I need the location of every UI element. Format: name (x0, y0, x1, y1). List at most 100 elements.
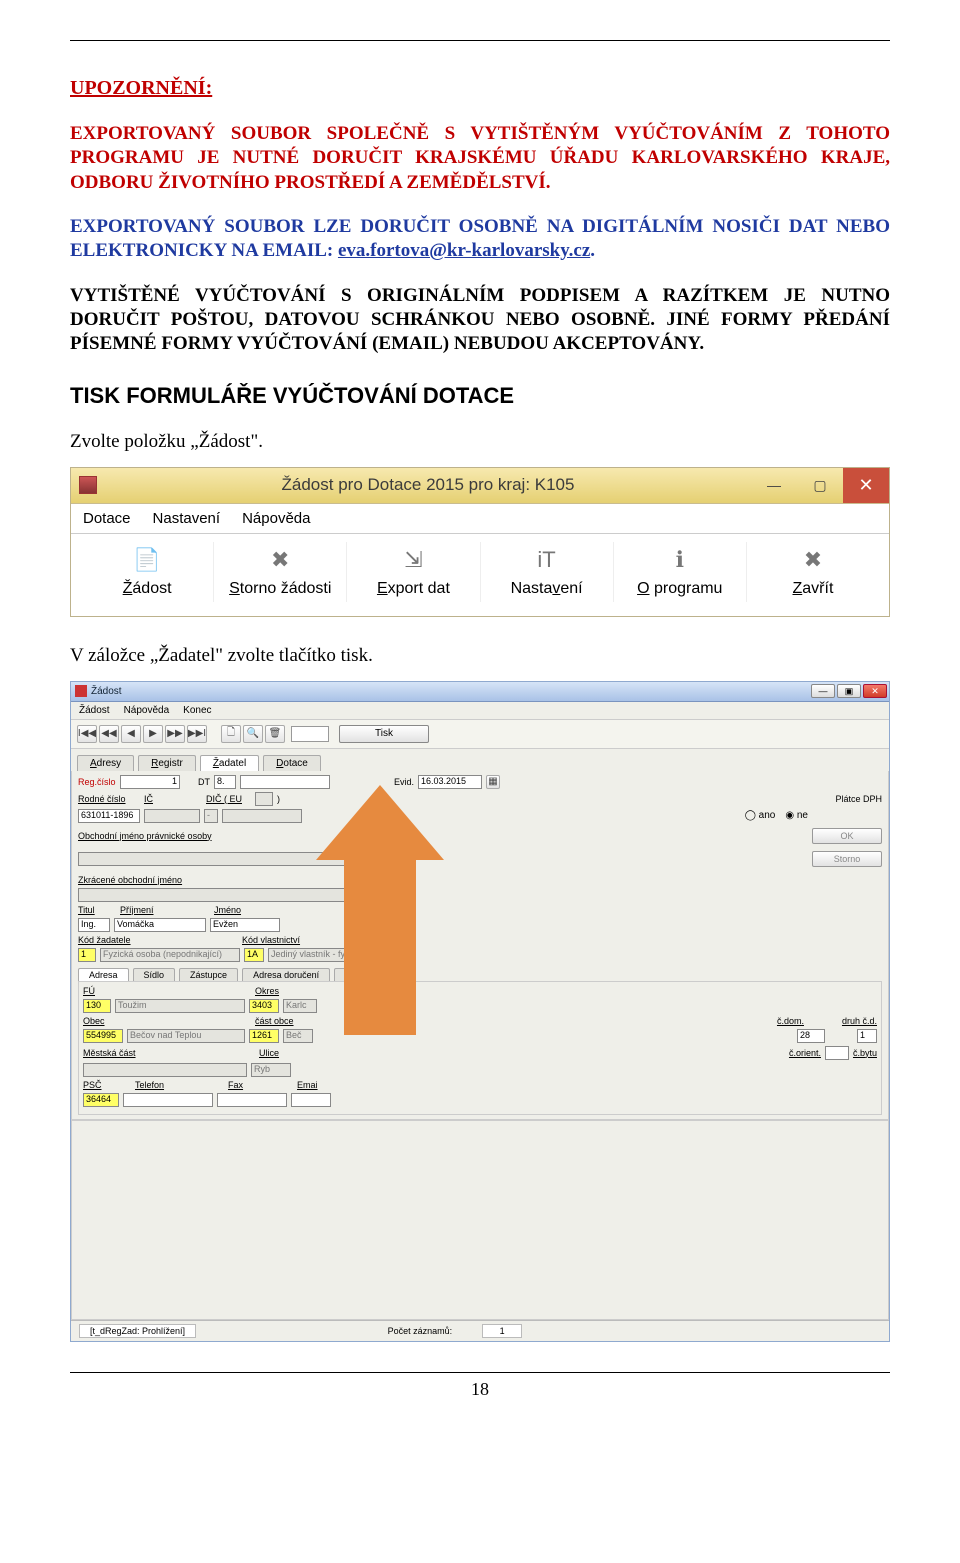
minimize-button[interactable]: — (811, 684, 835, 698)
menu-napoveda[interactable]: Nápověda (124, 705, 170, 716)
psc-field[interactable]: 36464 (83, 1093, 119, 1107)
fu-label: FÚ (83, 986, 107, 996)
toolbar-zavrit-button[interactable]: ✖ Zavřít (747, 542, 879, 602)
corient-field[interactable] (825, 1046, 849, 1060)
nav-first-button[interactable]: I◀◀ (77, 725, 97, 743)
window-buttons: — ▣ ✕ (811, 684, 887, 698)
dic-prefix-field[interactable]: - (204, 809, 218, 823)
email-link[interactable]: eva.fortova@kr-karlovarsky.cz (338, 240, 590, 261)
kodz-label: Kód žadatele (78, 935, 138, 945)
nav-next-button[interactable]: ▶ (143, 725, 163, 743)
rodcislo-field[interactable]: 631011-1896 (78, 809, 140, 823)
para2-suffix: . (590, 240, 595, 261)
ic-field[interactable] (144, 809, 200, 823)
nav-prev-button[interactable]: ◀ (121, 725, 141, 743)
druhcd-field[interactable]: 1 (857, 1029, 877, 1043)
window-title: Žádost (91, 686, 122, 697)
titul-field[interactable]: Ing. (78, 918, 110, 932)
close-button[interactable]: ✕ (843, 468, 889, 503)
nav-tool3-button[interactable]: 🗑 (265, 725, 285, 743)
dic-field[interactable] (222, 809, 302, 823)
app-icon (79, 476, 97, 494)
ic-label: IČ (144, 794, 184, 804)
fu-text-field: Toužim (115, 999, 245, 1013)
maximize-button[interactable]: ▣ (837, 684, 861, 698)
mestska-label: Městská část (83, 1048, 143, 1058)
menu-konec[interactable]: Konec (183, 705, 211, 716)
toolbar: 📄 Žádost ✖ Storno žádosti ⇲ Export dat i… (71, 534, 889, 616)
minimize-button[interactable]: — (751, 468, 797, 503)
menu-nastaveni[interactable]: Nastavení (153, 510, 221, 527)
menu-zadost[interactable]: Žádost (79, 705, 110, 716)
titul-label: Titul (78, 905, 106, 915)
dic-eu-field[interactable] (255, 792, 273, 806)
settings-icon: iT (533, 546, 561, 574)
maximize-button[interactable]: ▢ (797, 468, 843, 503)
tab-registr[interactable]: Registr (138, 755, 196, 771)
toolbar-storno-button[interactable]: ✖ Storno žádosti (214, 542, 347, 602)
obec-code-field[interactable]: 554995 (83, 1029, 123, 1043)
jmeno-field[interactable]: Evžen (210, 918, 280, 932)
tab-adresy[interactable]: Adresy (77, 755, 134, 771)
okres-code-field[interactable]: 3403 (249, 999, 279, 1013)
window-buttons: — ▢ ✕ (751, 468, 889, 503)
menu-dotace[interactable]: Dotace (83, 510, 131, 527)
regcislo-field[interactable]: 1 (120, 775, 180, 789)
nav-nextfast-button[interactable]: ▶▶ (165, 725, 185, 743)
nav-toolbar: I◀◀ ◀◀ ◀ ▶ ▶▶ ▶▶I 🗋 🔍 🗑 Tisk (71, 719, 889, 749)
nav-tool2-button[interactable]: 🔍 (243, 725, 263, 743)
statusbar: [t_dRegZad: Prohlížení] Počet záznamů: 1 (71, 1320, 889, 1341)
evid-picker-button[interactable]: ▦ (486, 775, 500, 789)
toolbar-storno-label: Storno žádosti (229, 580, 331, 598)
email-label: Emai (297, 1080, 318, 1090)
form-panel: Reg.číslo 1 DT 8. Evid. 16.03.2015 ▦ Rod… (71, 771, 889, 1120)
close-icon: ✖ (799, 546, 827, 574)
radio-ano[interactable]: ◯ ano (745, 810, 776, 821)
subtab-adresa[interactable]: Adresa (78, 968, 129, 981)
jmeno-label: Jméno (214, 905, 274, 915)
titlebar: Žádost pro Dotace 2015 pro kraj: K105 — … (71, 468, 889, 504)
dt-field[interactable]: 8. (214, 775, 236, 789)
kodv-label: Kód vlastnictví (242, 935, 300, 945)
toolbar-zadost-button[interactable]: 📄 Žádost (81, 542, 214, 602)
tab-dotace[interactable]: Dotace (263, 755, 321, 771)
telefon-field[interactable] (123, 1093, 213, 1107)
main-tabs: Adresy Registr Žadatel Dotace (71, 749, 889, 771)
fu-code-field[interactable]: 130 (83, 999, 111, 1013)
window-title: Žádost pro Dotace 2015 pro kraj: K105 (105, 475, 751, 495)
zkrac-label: Zkrácené obchodní jméno (78, 875, 182, 885)
nav-tool1-button[interactable]: 🗋 (221, 725, 241, 743)
nav-prevfast-button[interactable]: ◀◀ (99, 725, 119, 743)
nav-last-button[interactable]: ▶▶I (187, 725, 207, 743)
castobce-label: část obce (255, 1016, 294, 1026)
toolbar-zavrit-label: Zavřít (792, 580, 833, 598)
rodcislo-label: Rodné číslo (78, 794, 130, 804)
cdom-field[interactable]: 28 (797, 1029, 825, 1043)
mestska-field[interactable] (83, 1063, 247, 1077)
tab-zadatel[interactable]: Žadatel (200, 755, 259, 771)
fax-field[interactable] (217, 1093, 287, 1107)
toolbar-nastaveni-button[interactable]: iT Nastavení (481, 542, 614, 602)
bottom-rule (70, 1372, 890, 1373)
storno-button[interactable]: Storno (812, 851, 882, 867)
ulice-label: Ulice (259, 1048, 279, 1058)
menu-napoveda[interactable]: Nápověda (242, 510, 310, 527)
window-zadost-form: Žádost — ▣ ✕ Žádost Nápověda Konec I◀◀ ◀… (70, 681, 890, 1342)
prijmeni-field[interactable]: Vomáčka (114, 918, 206, 932)
toolbar-oprogramu-button[interactable]: ℹ O programu (614, 542, 747, 602)
toolbar-zadost-label: Žádost (123, 580, 172, 598)
subtab-sidlo[interactable]: Sídlo (133, 968, 176, 981)
close-button[interactable]: ✕ (863, 684, 887, 698)
email-field[interactable] (291, 1093, 331, 1107)
dic-suffix: ) (277, 794, 280, 804)
toolbar-export-button[interactable]: ⇲ Export dat (347, 542, 480, 602)
radio-ne[interactable]: ◉ ne (785, 810, 808, 821)
ok-button[interactable]: OK (812, 828, 882, 844)
kodv-code-field[interactable]: 1A (244, 948, 264, 962)
castobce-code-field[interactable]: 1261 (249, 1029, 279, 1043)
kodz-code-field[interactable]: 1 (78, 948, 96, 962)
export-icon: ⇲ (399, 546, 427, 574)
subtab-zastupce[interactable]: Zástupce (179, 968, 238, 981)
search-box[interactable] (291, 726, 329, 742)
tisk-button[interactable]: Tisk (339, 725, 429, 743)
